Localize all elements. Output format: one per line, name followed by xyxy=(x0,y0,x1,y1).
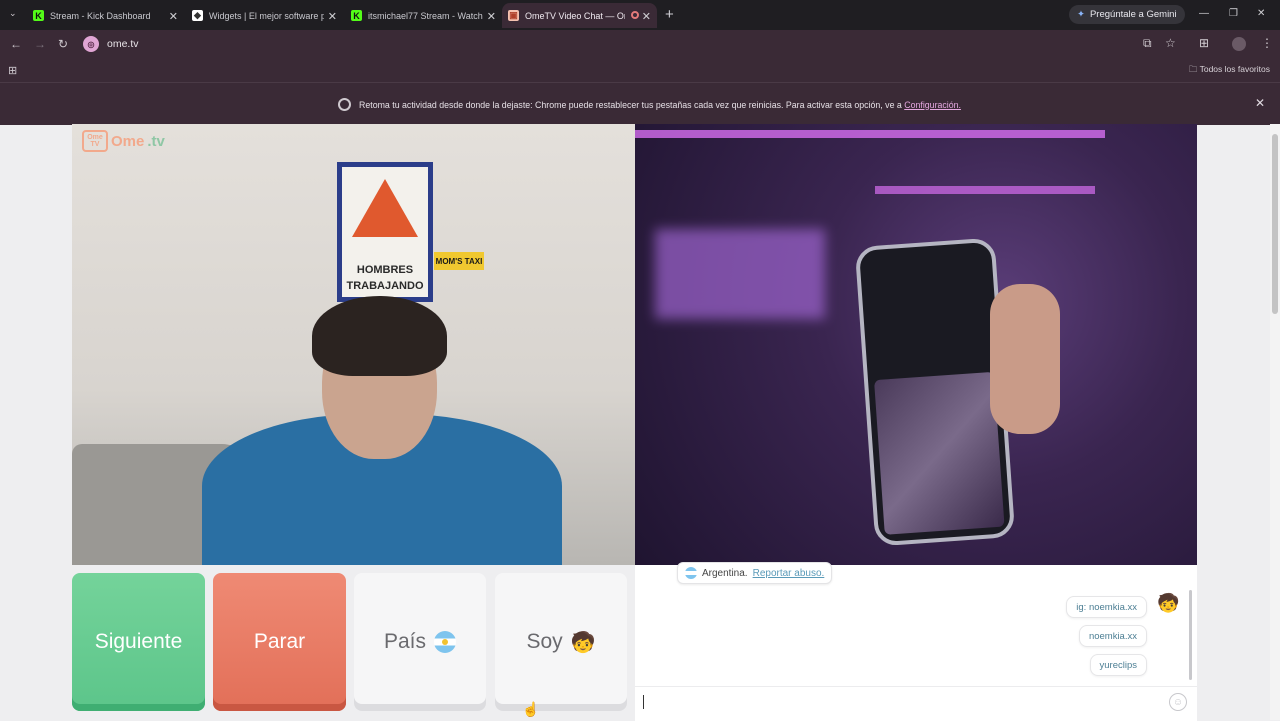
close-tab-icon[interactable]: ✕ xyxy=(169,10,178,23)
sender-avatar-icon: 🧒 xyxy=(1157,593,1180,613)
gender-button[interactable]: Soy 🧒 xyxy=(495,573,627,711)
chrome-icon xyxy=(338,98,351,111)
settings-link[interactable]: Configuración. xyxy=(904,100,961,110)
chat-scrollbar[interactable] xyxy=(1189,590,1192,680)
widgets-icon: ◆ xyxy=(192,10,203,21)
next-button[interactable]: Siguiente xyxy=(72,573,205,711)
chat-message: noemkia.xx xyxy=(1078,625,1147,647)
chat-message: yureclips xyxy=(1089,654,1147,676)
kick-icon: K xyxy=(33,10,44,21)
warning-triangle-icon xyxy=(352,179,418,237)
close-tab-icon[interactable]: ✕ xyxy=(642,10,651,23)
stop-label: Parar xyxy=(253,630,306,653)
address-bar[interactable]: ◎ ome.tv xyxy=(79,33,1189,55)
ometv-logo: Ome TV Ome .tv xyxy=(82,130,165,152)
recording-icon xyxy=(631,11,639,19)
phone-screen xyxy=(874,371,1005,535)
logo-name: Ome xyxy=(111,132,145,150)
restore-icon[interactable]: ❐ xyxy=(1229,8,1238,19)
gender-label: Soy xyxy=(526,630,563,653)
logo-tv-icon: Ome TV xyxy=(82,130,108,152)
bookmark-star-icon[interactable]: ☆ xyxy=(1165,36,1176,50)
tv-glow xyxy=(655,229,825,319)
text-caret xyxy=(643,695,644,709)
new-tab-icon[interactable]: + xyxy=(665,6,674,23)
chat-input[interactable]: ☺ xyxy=(635,686,1197,721)
all-bookmarks-label: Todos los favoritos xyxy=(1199,64,1270,74)
close-tab-icon[interactable]: ✕ xyxy=(487,10,496,23)
tab-title: OmeTV Video Chat — Ome xyxy=(525,10,625,21)
led-strip xyxy=(875,186,1095,194)
restore-tabs-infobar: Retoma tu actividad desde donde la dejas… xyxy=(0,82,1280,125)
bookmarks-bar: ⊞ 🗀 Todos los favoritos xyxy=(0,58,1280,82)
folder-icon: 🗀 xyxy=(1188,64,1198,74)
tab-search-chevron-icon[interactable]: ⌄ xyxy=(9,8,17,19)
reload-icon[interactable]: ↻ xyxy=(58,37,68,51)
back-icon[interactable]: ← xyxy=(10,37,22,51)
tab-widgets[interactable]: ◆ Widgets | El mejor software para ✕ xyxy=(192,3,337,28)
next-label: Siguiente xyxy=(94,630,183,653)
page-scrollbar[interactable] xyxy=(1270,124,1280,720)
forward-icon[interactable]: → xyxy=(34,37,46,51)
scrollbar-thumb[interactable] xyxy=(1272,134,1278,314)
hand-cursor-icon: ☝ xyxy=(522,701,540,717)
close-tab-icon[interactable]: ✕ xyxy=(328,10,337,23)
led-strip xyxy=(635,130,1105,138)
tab-title: itsmichael77 Stream - Watch Li xyxy=(368,10,483,21)
close-infobar-icon[interactable]: ✕ xyxy=(1255,96,1265,110)
hand xyxy=(990,284,1060,434)
gemini-icon: ✦ xyxy=(1077,9,1085,20)
ometv-icon: ▣ xyxy=(508,10,519,21)
stop-button[interactable]: Parar xyxy=(213,573,346,711)
profile-avatar[interactable] xyxy=(1232,37,1246,51)
logo-tld: .tv xyxy=(147,132,165,150)
close-window-icon[interactable]: ✕ xyxy=(1257,8,1265,19)
chat-message: ig: noemkia.xx xyxy=(1066,596,1147,618)
tab-title: Widgets | El mejor software para xyxy=(209,10,324,21)
tab-kick-dashboard[interactable]: K Stream - Kick Dashboard ✕ xyxy=(33,3,178,28)
argentina-flag-icon xyxy=(434,631,457,653)
cast-icon[interactable]: ⧉ xyxy=(1143,36,1152,51)
chat-panel: Argentina. Reportar abuso. ig: noemkia.x… xyxy=(635,562,1197,721)
country-button[interactable]: País xyxy=(354,573,486,711)
gemini-button[interactable]: ✦ Pregúntale a Gemini xyxy=(1069,5,1185,24)
tab-ometv[interactable]: ▣ OmeTV Video Chat — Ome ✕ xyxy=(502,3,657,28)
url-text: ome.tv xyxy=(107,38,139,50)
partner-country: Argentina. xyxy=(702,567,748,579)
infobar-message: Retoma tu actividad desde donde la dejas… xyxy=(338,98,961,111)
emoji-icon[interactable]: ☺ xyxy=(1169,693,1187,711)
report-abuse-link[interactable]: Reportar abuso. xyxy=(753,568,825,579)
person-hair xyxy=(312,296,447,376)
menu-icon[interactable]: ⋮ xyxy=(1261,36,1273,50)
local-video: HOMBRES TRABAJANDO MOM'S TAXI Ome TV Ome… xyxy=(72,124,635,565)
warning-sign: HOMBRES TRABAJANDO xyxy=(337,162,433,302)
tab-strip: ⌄ K Stream - Kick Dashboard ✕ ◆ Widgets … xyxy=(0,0,1280,30)
minimize-icon[interactable]: — xyxy=(1199,8,1209,19)
taxi-sign: MOM'S TAXI xyxy=(434,252,484,270)
infobar-text: Retoma tu actividad desde donde la dejas… xyxy=(359,99,902,110)
site-info-icon[interactable]: ◎ xyxy=(83,36,99,52)
boy-icon: 🧒 xyxy=(570,631,596,654)
browser-toolbar: ← → ↻ ◎ ome.tv ⧉ ☆ ⊞ ⋮ xyxy=(0,30,1280,58)
extensions-icon[interactable]: ⊞ xyxy=(1199,36,1209,50)
partner-country-notice: Argentina. Reportar abuso. xyxy=(677,562,833,584)
tab-itsmichael77[interactable]: K itsmichael77 Stream - Watch Li ✕ xyxy=(351,3,496,28)
country-label: País xyxy=(383,630,427,653)
kick-icon: K xyxy=(351,10,362,21)
tab-title: Stream - Kick Dashboard xyxy=(50,10,151,21)
all-bookmarks-button[interactable]: 🗀 Todos los favoritos xyxy=(1189,64,1270,78)
argentina-flag-icon xyxy=(685,567,697,579)
sign-text: HOMBRES TRABAJANDO xyxy=(346,264,424,292)
gemini-label: Pregúntale a Gemini xyxy=(1089,9,1177,20)
apps-grid-icon[interactable]: ⊞ xyxy=(8,64,17,77)
partner-video xyxy=(635,124,1197,565)
